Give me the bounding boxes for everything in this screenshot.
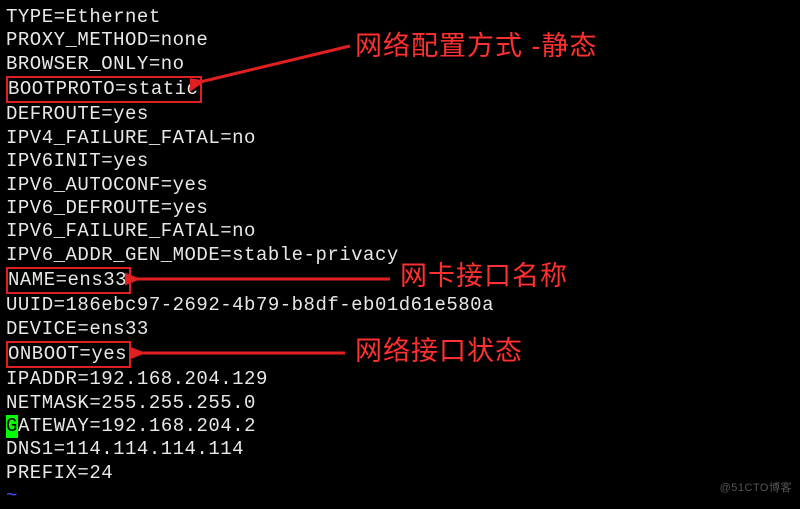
ipv6init-value: IPV6INIT=yes bbox=[6, 150, 149, 172]
config-line: IPADDR=192.168.204.129 bbox=[6, 368, 800, 391]
config-line: DNS1=114.114.114.114 bbox=[6, 438, 800, 461]
ipv6-autoconf-value: IPV6_AUTOCONF=yes bbox=[6, 174, 208, 196]
bootproto-highlight: BOOTPROTO=static bbox=[6, 76, 202, 103]
config-line: DEFROUTE=yes bbox=[6, 103, 800, 126]
watermark-text: @51CTO博客 bbox=[720, 482, 792, 496]
browser-only-value: BROWSER_ONLY=no bbox=[6, 53, 185, 75]
onboot-value: ONBOOT=yes bbox=[8, 343, 127, 365]
annotation-onboot: 网络接口状态 bbox=[355, 335, 523, 368]
config-line: IPV6INIT=yes bbox=[6, 150, 800, 173]
annotation-bootproto: 网络配置方式 -静态 bbox=[355, 30, 598, 63]
ipv6-defroute-value: IPV6_DEFROUTE=yes bbox=[6, 197, 208, 219]
netmask-value: NETMASK=255.255.255.0 bbox=[6, 392, 256, 414]
annotation-name: 网卡接口名称 bbox=[400, 260, 568, 293]
name-highlight: NAME=ens33 bbox=[6, 267, 131, 294]
config-line: GATEWAY=192.168.204.2 bbox=[6, 415, 800, 438]
config-line: IPV6_AUTOCONF=yes bbox=[6, 174, 800, 197]
ipv6-addr-gen-mode-value: IPV6_ADDR_GEN_MODE=stable-privacy bbox=[6, 244, 399, 266]
config-line: UUID=186ebc97-2692-4b79-b8df-eb01d61e580… bbox=[6, 294, 800, 317]
config-line: BOOTPROTO=static bbox=[6, 76, 800, 103]
config-line: NETMASK=255.255.255.0 bbox=[6, 392, 800, 415]
name-value: NAME=ens33 bbox=[8, 269, 127, 291]
gateway-value: ATEWAY=192.168.204.2 bbox=[18, 415, 256, 437]
config-line: IPV6_FAILURE_FATAL=no bbox=[6, 220, 800, 243]
ipaddr-value: IPADDR=192.168.204.129 bbox=[6, 368, 268, 390]
ipv4-failure-fatal-value: IPV4_FAILURE_FATAL=no bbox=[6, 127, 256, 149]
ipv6-failure-fatal-value: IPV6_FAILURE_FATAL=no bbox=[6, 220, 256, 242]
config-line: IPV6_DEFROUTE=yes bbox=[6, 197, 800, 220]
config-line: IPV4_FAILURE_FATAL=no bbox=[6, 127, 800, 150]
config-line: TYPE=Ethernet bbox=[6, 6, 800, 29]
onboot-highlight: ONBOOT=yes bbox=[6, 341, 131, 368]
type-value: TYPE=Ethernet bbox=[6, 6, 161, 28]
prefix-value: PREFIX=24 bbox=[6, 462, 113, 484]
uuid-value: UUID=186ebc97-2692-4b79-b8df-eb01d61e580… bbox=[6, 294, 494, 316]
vim-tilde-line: ~ bbox=[6, 485, 800, 508]
device-value: DEVICE=ens33 bbox=[6, 318, 149, 340]
proxy-method-value: PROXY_METHOD=none bbox=[6, 29, 208, 51]
defroute-value: DEFROUTE=yes bbox=[6, 103, 149, 125]
cursor-block: G bbox=[6, 415, 18, 438]
bootproto-value: BOOTPROTO=static bbox=[8, 78, 198, 100]
config-line: PREFIX=24 bbox=[6, 462, 800, 485]
dns1-value: DNS1=114.114.114.114 bbox=[6, 438, 244, 460]
